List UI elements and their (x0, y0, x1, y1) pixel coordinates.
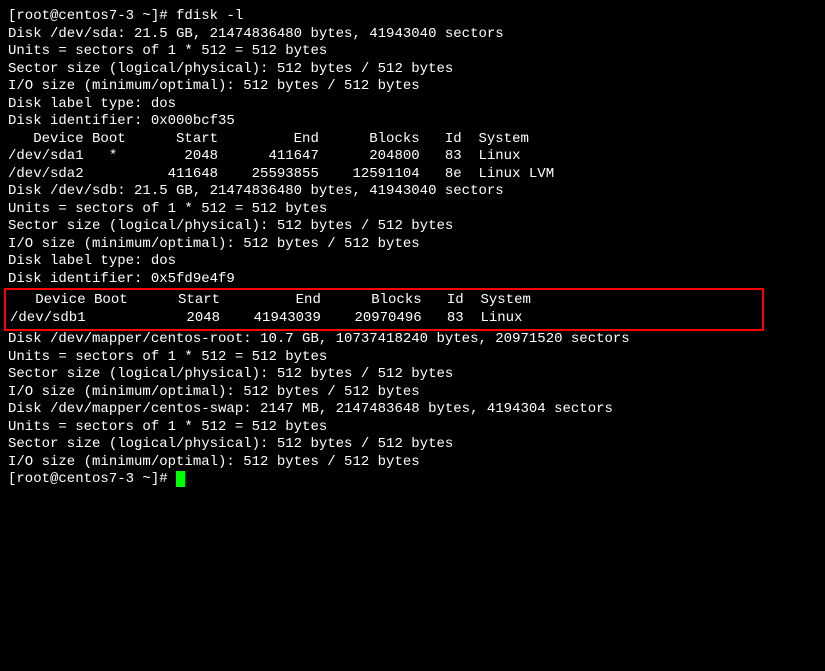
cursor-icon (176, 471, 185, 487)
disk-centos-swap-io: I/O size (minimum/optimal): 512 bytes / … (8, 454, 817, 472)
disk-centos-swap-sector: Sector size (logical/physical): 512 byte… (8, 436, 817, 454)
prompt-line[interactable]: [root@centos7-3 ~]# (8, 471, 817, 489)
disk-sdb-label: Disk label type: dos (8, 253, 817, 271)
disk-centos-root-io: I/O size (minimum/optimal): 512 bytes / … (8, 384, 817, 402)
disk-sda-sector: Sector size (logical/physical): 512 byte… (8, 61, 817, 79)
sdb-partition-header: Device Boot Start End Blocks Id System (10, 292, 758, 310)
disk-sdb-units: Units = sectors of 1 * 512 = 512 bytes (8, 201, 817, 219)
shell-prompt: [root@centos7-3 ~]# (8, 8, 176, 24)
disk-sdb-io: I/O size (minimum/optimal): 512 bytes / … (8, 236, 817, 254)
disk-sda-header: Disk /dev/sda: 21.5 GB, 21474836480 byte… (8, 26, 817, 44)
disk-sdb-ident: Disk identifier: 0x5fd9e4f9 (8, 271, 817, 289)
sda-partition-row2: /dev/sda2 411648 25593855 12591104 8e Li… (8, 166, 817, 184)
disk-centos-swap-units: Units = sectors of 1 * 512 = 512 bytes (8, 419, 817, 437)
disk-sdb-header: Disk /dev/sdb: 21.5 GB, 21474836480 byte… (8, 183, 817, 201)
disk-centos-root-sector: Sector size (logical/physical): 512 byte… (8, 366, 817, 384)
entered-command: fdisk -l (176, 8, 243, 24)
disk-sdb-sector: Sector size (logical/physical): 512 byte… (8, 218, 817, 236)
sda-partition-row1: /dev/sda1 * 2048 411647 204800 83 Linux (8, 148, 817, 166)
disk-sda-io: I/O size (minimum/optimal): 512 bytes / … (8, 78, 817, 96)
disk-centos-root-header: Disk /dev/mapper/centos-root: 10.7 GB, 1… (8, 331, 817, 349)
disk-sda-label: Disk label type: dos (8, 96, 817, 114)
terminal-output: [root@centos7-3 ~]# fdisk -l Disk /dev/s… (8, 8, 817, 489)
sdb-partition-row1: /dev/sdb1 2048 41943039 20970496 83 Linu… (10, 310, 758, 328)
prompt-line[interactable]: [root@centos7-3 ~]# fdisk -l (8, 8, 817, 26)
disk-sda-ident: Disk identifier: 0x000bcf35 (8, 113, 817, 131)
sda-partition-header: Device Boot Start End Blocks Id System (8, 131, 817, 149)
highlighted-sdb-partition: Device Boot Start End Blocks Id System /… (4, 288, 764, 331)
disk-centos-root-units: Units = sectors of 1 * 512 = 512 bytes (8, 349, 817, 367)
disk-sda-units: Units = sectors of 1 * 512 = 512 bytes (8, 43, 817, 61)
shell-prompt: [root@centos7-3 ~]# (8, 471, 176, 487)
disk-centos-swap-header: Disk /dev/mapper/centos-swap: 2147 MB, 2… (8, 401, 817, 419)
